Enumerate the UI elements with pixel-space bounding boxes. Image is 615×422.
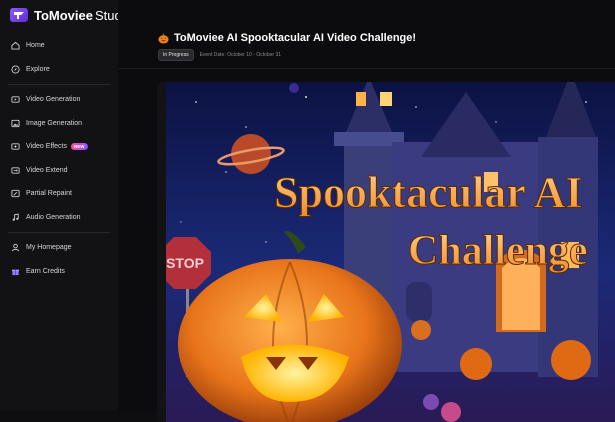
event-meta: In Progress Event Date: October 10 - Oct…: [158, 49, 281, 61]
banner-title-line1: Spooktacular AI: [274, 168, 583, 217]
sidebar-item-label: Video Effects: [26, 143, 67, 151]
event-title-row: ToMoviee AI Spooktacular AI Video Challe…: [158, 32, 416, 44]
sidebar-item-partial-repaint[interactable]: Partial Repaint: [0, 182, 118, 206]
nav-divider: [8, 232, 110, 233]
brand-name: ToMoviee: [34, 7, 93, 23]
image-icon: [11, 119, 20, 127]
video-icon: [11, 96, 20, 103]
brand[interactable]: ToMoviee Studio: [10, 6, 132, 24]
sidebar-item-label: Image Generation: [26, 119, 83, 127]
sidebar-item-label: Audio Generation: [26, 213, 81, 221]
status-badge: In Progress: [158, 49, 194, 61]
sidebar-item-video-generation[interactable]: Video Generation: [0, 88, 118, 112]
extend-icon: [11, 167, 20, 174]
header-divider: [118, 68, 615, 69]
sidebar-item-label: Explore: [26, 65, 50, 73]
sidebar-item-label: My Homepage: [26, 244, 72, 252]
sidebar-item-audio-generation[interactable]: Audio Generation: [0, 206, 118, 230]
event-date: Event Date: October 10 - October 31: [199, 52, 282, 58]
sidebar-item-my-homepage[interactable]: My Homepage: [0, 236, 118, 260]
event-banner-image[interactable]: STOP Spooktacular AI Challenge: [166, 82, 615, 422]
sparkle-video-icon: [11, 143, 20, 150]
sidebar-item-label: Partial Repaint: [26, 190, 72, 198]
main-content: ToMoviee AI Spooktacular AI Video Challe…: [118, 0, 615, 422]
sidebar-item-label: Home: [26, 42, 45, 50]
stop-sign-text: STOP: [166, 255, 204, 271]
sidebar-item-video-effects[interactable]: Video Effects NEW: [0, 135, 118, 159]
sidebar-item-image-generation[interactable]: Image Generation: [0, 112, 118, 136]
banner-title-line2: Challenge: [408, 228, 588, 274]
sidebar-item-video-extend[interactable]: Video Extend: [0, 159, 118, 183]
music-icon: [12, 213, 19, 221]
new-badge: NEW: [71, 143, 88, 151]
compass-icon: [11, 65, 20, 74]
sidebar-item-earn-credits[interactable]: Earn Credits: [0, 260, 118, 284]
sidebar-item-explore[interactable]: Explore: [0, 58, 118, 82]
sidebar-item-label: Video Generation: [26, 96, 81, 104]
brush-icon: [11, 190, 20, 198]
home-icon: [11, 42, 20, 50]
nav-divider: [8, 84, 110, 85]
sidebar-item-label: Video Extend: [26, 166, 68, 174]
sidebar-item-label: Earn Credits: [26, 267, 65, 275]
page-title: ToMoviee AI Spooktacular AI Video Challe…: [174, 32, 417, 44]
sidebar: ToMoviee Studio Home Explore Video Gener…: [0, 0, 132, 410]
sidebar-item-home[interactable]: Home: [0, 34, 118, 58]
gift-icon: [11, 269, 20, 275]
tomoviee-logo-icon: [10, 8, 28, 22]
pumpkin-icon: [158, 32, 169, 44]
user-icon: [11, 244, 20, 252]
banner-container: STOP Spooktacular AI Challenge: [157, 82, 615, 422]
sidebar-nav: Home Explore Video Generation Image Gene…: [0, 34, 118, 283]
